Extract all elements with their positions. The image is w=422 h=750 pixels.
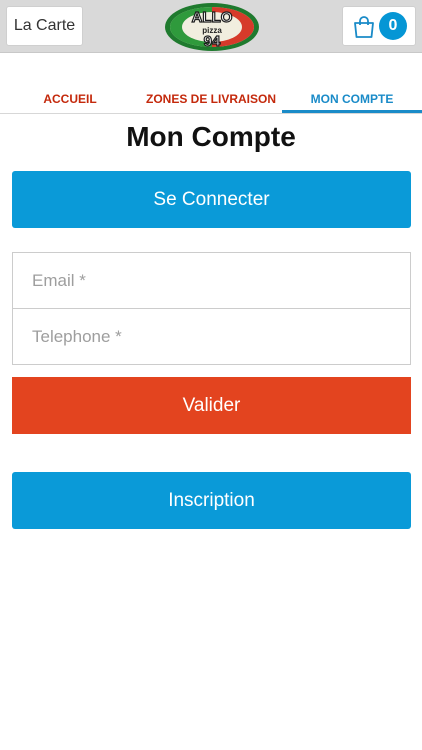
page-title: Mon Compte (126, 121, 296, 152)
submit-button[interactable]: Valider (12, 377, 411, 434)
menu-button[interactable]: La Carte (6, 6, 83, 46)
phone-field[interactable]: Telephone * (13, 309, 410, 365)
svg-text:94: 94 (204, 33, 221, 50)
tab-bar: ACCUEIL ZONES DE LIVRAISON MON COMPTE (0, 88, 422, 114)
login-form: Email * Telephone * (12, 252, 411, 365)
tab-accueil[interactable]: ACCUEIL (0, 88, 140, 112)
tab-zones-de-livraison[interactable]: ZONES DE LIVRAISON (141, 88, 281, 112)
signup-button[interactable]: Inscription (12, 472, 411, 529)
shopping-bag-icon (354, 16, 374, 38)
cart-button[interactable]: 0 (342, 6, 416, 46)
login-button[interactable]: Se Connecter (12, 171, 411, 228)
tab-mon-compte[interactable]: MON COMPTE (282, 88, 422, 113)
email-field[interactable]: Email * (13, 253, 410, 309)
cart-count-badge: 0 (379, 12, 407, 40)
top-bar: La Carte ALLO pizza 94 0 (0, 0, 422, 53)
brand-logo[interactable]: ALLO pizza 94 (162, 0, 262, 52)
svg-text:ALLO: ALLO (192, 9, 233, 26)
